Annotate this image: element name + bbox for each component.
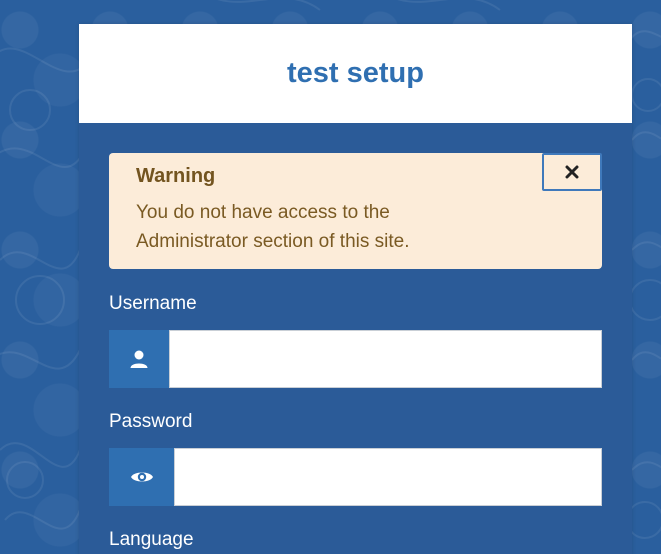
password-label: Password — [109, 411, 193, 432]
site-title: test setup — [287, 57, 424, 89]
user-icon — [130, 350, 148, 368]
language-label: Language — [109, 529, 194, 550]
username-input[interactable] — [169, 330, 602, 388]
card-header: test setup — [79, 24, 632, 123]
password-visibility-toggle[interactable] — [109, 448, 174, 506]
username-addon — [109, 330, 169, 388]
alert-message: You do not have access to the Administra… — [136, 202, 410, 252]
username-label: Username — [109, 293, 197, 314]
password-input[interactable] — [174, 448, 602, 506]
password-input-group — [109, 448, 602, 506]
username-input-group — [109, 330, 602, 388]
eye-icon — [130, 472, 153, 482]
login-card: test setup Warning You do not have acces… — [79, 24, 632, 554]
alert-close-button[interactable] — [542, 153, 602, 191]
warning-alert: Warning You do not have access to the Ad… — [109, 153, 602, 269]
alert-heading: Warning — [136, 165, 216, 187]
close-icon — [565, 165, 579, 179]
